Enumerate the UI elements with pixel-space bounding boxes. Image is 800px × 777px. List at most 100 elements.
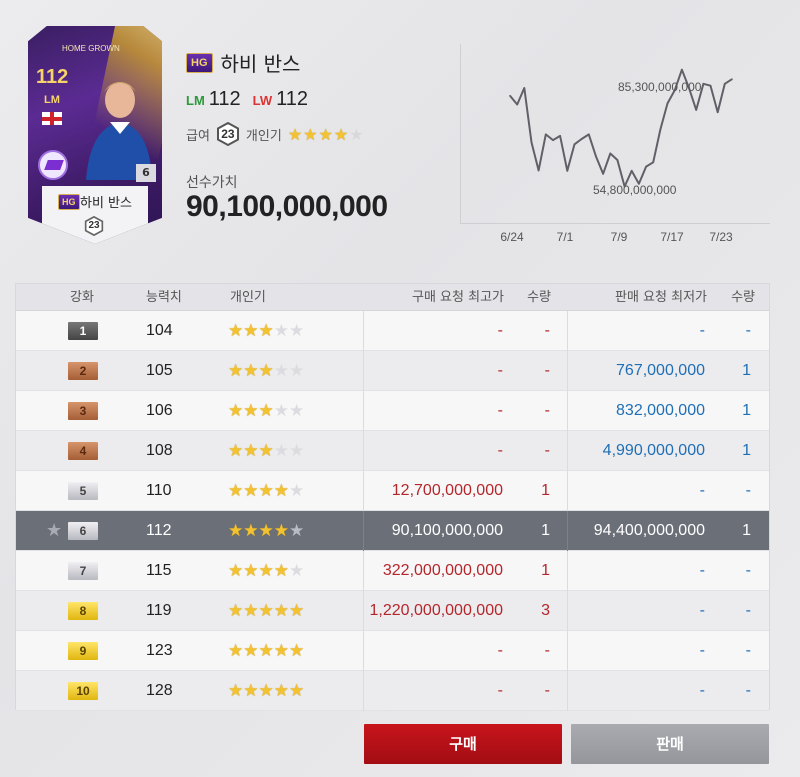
price-point: [552, 139, 554, 141]
popularity-stars: ★★★★★: [228, 311, 304, 351]
table-row[interactable]: 7 115 ★★★★★ 322,000,000,000 1- -: [16, 551, 769, 591]
buy-button[interactable]: 구매: [364, 724, 562, 764]
buy-qty: -: [544, 402, 550, 419]
header-sell-qty: 수량: [731, 290, 755, 305]
star-icon: ★: [273, 441, 289, 461]
star-icon: ★: [258, 681, 274, 701]
price-point: [566, 170, 569, 172]
player-name: 하비 반스: [220, 52, 301, 76]
sell-price: 94,400,000,000: [593, 522, 705, 539]
column-divider: [363, 391, 364, 431]
table-row[interactable]: 3 106 ★★★★★ - -832,000,000 1: [16, 391, 769, 431]
card-player-name: 하비 반스: [80, 196, 132, 211]
sell-qty: 1: [742, 442, 751, 459]
star-icon: ★: [273, 561, 289, 581]
sell-button[interactable]: 판매: [571, 724, 769, 764]
position-ratings: LM 112 LW 112: [186, 88, 308, 111]
table-row[interactable]: 2 105 ★★★★★ - -767,000,000 1: [16, 351, 769, 391]
table-row[interactable]: 5 110 ★★★★★ 12,700,000,000 1- -: [16, 471, 769, 511]
price-point: [681, 68, 683, 71]
buy-price: -: [497, 442, 503, 459]
ovr-value: 119: [146, 602, 172, 619]
column-divider: [363, 351, 364, 391]
player-card: HOME GROWN 112 LM 6 HG 하비 반스 23: [28, 26, 162, 244]
sell-qty: -: [745, 642, 751, 659]
grade-badge: 8: [68, 602, 98, 620]
column-divider: [363, 431, 364, 471]
column-divider: [567, 631, 568, 671]
table-row[interactable]: 1 104 ★★★★★ - - - -: [16, 311, 769, 351]
table-row[interactable]: 9 123 ★★★★★ - - - -: [16, 631, 769, 671]
star-icon: ★: [303, 124, 318, 144]
star-icon: ★: [243, 401, 259, 421]
player-title: HG 하비 반스: [186, 48, 300, 77]
ovr-value: 112: [146, 522, 172, 539]
player-value-label: 선수가치: [186, 175, 238, 191]
column-divider: [567, 471, 568, 511]
star-icon: ★: [273, 681, 289, 701]
grade-badge: 9: [68, 642, 98, 660]
price-point: [616, 159, 619, 161]
grade-badge: 4: [68, 442, 98, 460]
buy-qty: 1: [541, 522, 550, 539]
star-icon: ★: [228, 521, 244, 541]
buy-qty: -: [544, 642, 550, 659]
table-row[interactable]: 8 119 ★★★★★ 1,220,000,000,000 3- -: [16, 591, 769, 631]
star-icon: ★: [243, 361, 259, 381]
card-position: LM: [44, 94, 60, 106]
header-grade: 강화: [70, 290, 94, 305]
price-point: [702, 83, 705, 85]
star-icon: ★: [228, 401, 244, 421]
sell-price: 4,990,000,000: [602, 442, 705, 459]
star-icon: ★: [349, 124, 364, 144]
price-point: [724, 83, 726, 85]
price-point: [580, 138, 583, 140]
grade-badge: 5: [68, 482, 98, 500]
header-buy-price: 구매 요청 최고가: [412, 290, 504, 305]
star-icon: ★: [228, 481, 244, 501]
table-row[interactable]: 4 108 ★★★★★ - -4,990,000,000 1: [16, 431, 769, 471]
star-icon: ★: [243, 681, 259, 701]
sell-qty: 1: [742, 522, 751, 539]
price-point: [666, 102, 669, 105]
card-salary-hex: 23: [84, 215, 104, 237]
price-point: [709, 84, 712, 87]
ovr-value: 115: [146, 562, 172, 579]
buy-price: -: [497, 402, 503, 419]
popularity-stars: ★★★★★: [228, 391, 304, 431]
sell-qty: -: [745, 562, 751, 579]
column-divider: [567, 351, 568, 391]
star-icon: ★: [289, 481, 305, 501]
buy-qty: 1: [541, 482, 550, 499]
header-ovr: 능력치: [146, 290, 182, 305]
club-crest-icon: [38, 150, 68, 180]
table-row-current[interactable]: ★ 6 112 ★★★★★ 90,100,000,000 1 94,400,000,000 1: [16, 511, 769, 551]
buy-price: 322,000,000,000: [382, 562, 503, 579]
sell-qty: -: [745, 322, 751, 339]
price-point: [530, 141, 533, 144]
star-icon: ★: [333, 124, 349, 144]
salary-popularity-row: 급여 23 개인기 ★ ★ ★ ★ ★: [186, 121, 364, 147]
star-icon: ★: [243, 481, 259, 501]
price-point: [516, 103, 518, 106]
position-lm-ovr: 112: [208, 88, 241, 110]
buy-price: 1,220,000,000,000: [369, 602, 503, 619]
salary-label: 급여: [186, 128, 210, 144]
header-popularity: 개인기: [230, 290, 266, 305]
sell-price: -: [699, 642, 705, 659]
chart-max-annotation: 85,300,000,000: [618, 80, 702, 94]
ovr-value: 128: [146, 682, 173, 699]
star-icon: ★: [228, 361, 244, 381]
popularity-stars: ★★★★★: [228, 431, 304, 471]
price-point: [509, 94, 511, 97]
price-point: [630, 170, 633, 172]
star-icon: ★: [228, 321, 244, 341]
table-row[interactable]: 10 128 ★★★★★ - - - -: [16, 671, 769, 711]
x-tick-label: 6/24: [500, 230, 524, 244]
price-point: [652, 161, 654, 164]
position-lw-ovr: 112: [276, 88, 309, 110]
x-tick-label: 7/1: [556, 230, 574, 244]
grade-badge: 2: [68, 362, 98, 380]
header-sell-price: 판매 요청 최저가: [615, 290, 707, 305]
grade-badge: 6: [68, 522, 98, 540]
